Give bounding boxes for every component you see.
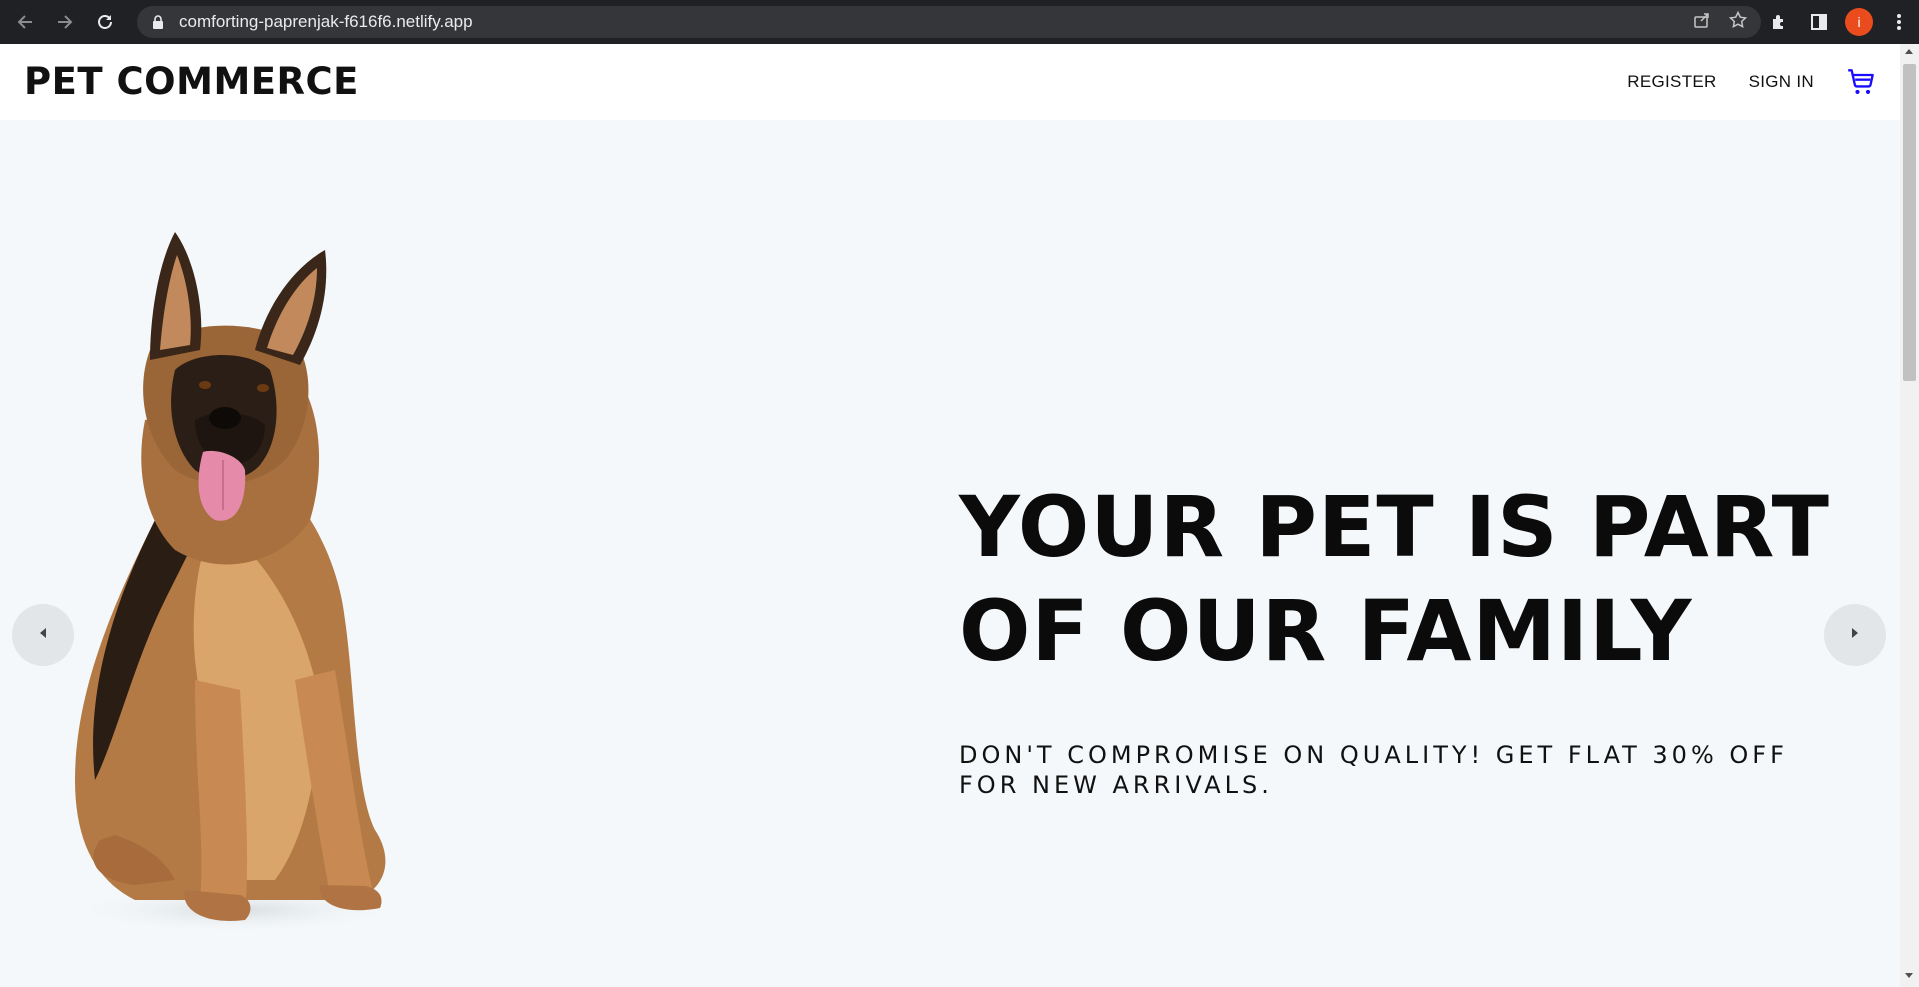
top-nav: REGISTER SIGN IN	[1595, 44, 1876, 120]
extensions-icon[interactable]	[1759, 0, 1799, 44]
profile-avatar[interactable]: i	[1845, 8, 1873, 36]
lock-icon[interactable]	[151, 15, 165, 29]
site-header: PET COMMERCE REGISTER SIGN IN	[0, 44, 1900, 120]
address-bar[interactable]: comforting-paprenjak-f616f6.netlify.app	[137, 6, 1761, 38]
side-panel-icon[interactable]	[1799, 0, 1839, 44]
menu-icon[interactable]	[1879, 0, 1919, 44]
page-scrollbar[interactable]	[1900, 44, 1919, 987]
forward-icon[interactable]	[50, 7, 80, 37]
browser-toolbar: comforting-paprenjak-f616f6.netlify.app …	[0, 0, 1919, 44]
sign-in-link[interactable]: SIGN IN	[1749, 72, 1814, 92]
hero-carousel: YOUR PET IS PART OF OUR FAMILY DON'T COM…	[0, 120, 1900, 987]
page: PET COMMERCE REGISTER SIGN IN YOUR PET I…	[0, 44, 1900, 987]
hero-subline: DON'T COMPROMISE ON QUALITY! GET FLAT 30…	[959, 741, 1788, 799]
scroll-thumb[interactable]	[1903, 64, 1916, 381]
back-icon[interactable]	[10, 7, 40, 37]
site-logo[interactable]: PET COMMERCE	[24, 60, 359, 103]
dog-image	[65, 232, 405, 934]
reload-icon[interactable]	[90, 7, 120, 37]
share-icon[interactable]	[1693, 11, 1711, 34]
chevron-left-icon	[38, 626, 48, 644]
hero-headline: YOUR PET IS PART OF OUR FAMILY	[959, 478, 1830, 680]
register-link[interactable]: REGISTER	[1627, 72, 1716, 92]
scroll-down-icon[interactable]	[1905, 973, 1913, 978]
carousel-prev-button[interactable]	[12, 604, 74, 666]
url-text[interactable]: comforting-paprenjak-f616f6.netlify.app	[179, 12, 473, 32]
star-icon[interactable]	[1728, 10, 1748, 34]
cart-icon[interactable]	[1846, 67, 1876, 97]
scroll-up-icon[interactable]	[1905, 49, 1913, 54]
